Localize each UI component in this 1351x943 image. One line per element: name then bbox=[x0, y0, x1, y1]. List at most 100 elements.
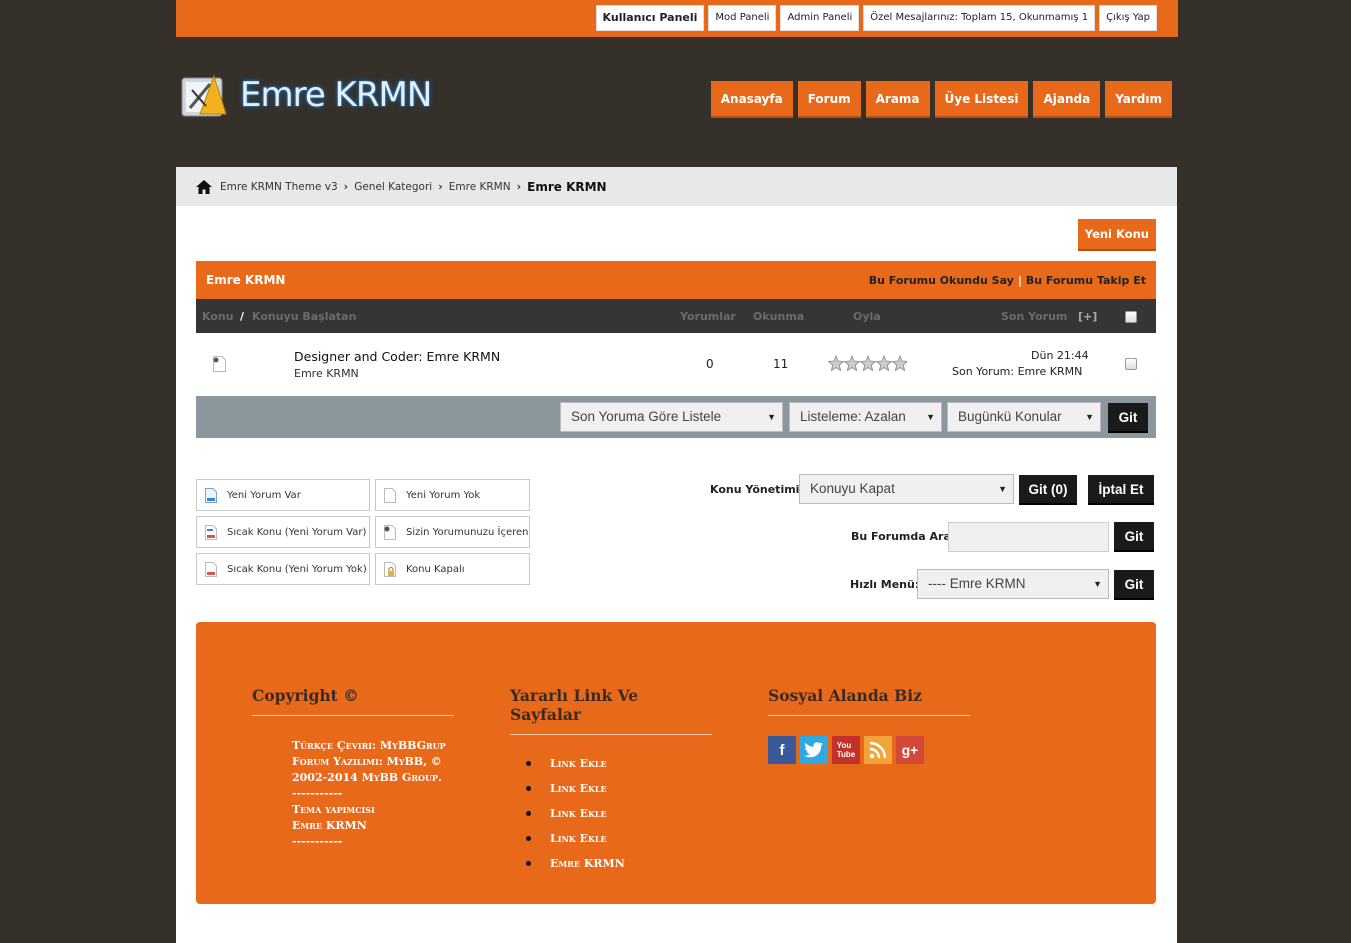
col-views[interactable]: Okunma bbox=[753, 310, 804, 323]
select-all-checkbox[interactable] bbox=[1125, 311, 1137, 323]
footer-line[interactable]: Emre KRMN bbox=[292, 818, 454, 834]
forum-header: Emre KRMN Bu Forumu Okundu Say | Bu Forumu… bbox=[196, 261, 1156, 299]
cutoff-select[interactable]: Bugünkü Konular ▼ bbox=[947, 402, 1101, 432]
site-logo[interactable]: Emre KRMN bbox=[180, 70, 432, 120]
thread-author[interactable]: Emre KRMN bbox=[294, 367, 359, 380]
col-last-post[interactable]: Son Yorum bbox=[1001, 310, 1067, 323]
sort-go-button[interactable]: Git bbox=[1108, 403, 1148, 433]
thread-replies[interactable]: 0 bbox=[706, 357, 714, 371]
youtube-icon[interactable]: You Tube bbox=[832, 736, 860, 764]
expand-link[interactable]: [+] bbox=[1078, 310, 1097, 323]
jump-menu-select[interactable]: ---- Emre KRMN ▼ bbox=[917, 569, 1109, 599]
nav-member-list[interactable]: Üye Listesi bbox=[934, 81, 1029, 118]
footer-link[interactable]: Link Ekle bbox=[526, 780, 712, 805]
thread-list: Emre KRMN Bu Forumu Okundu Say | Bu Forumu… bbox=[196, 261, 1156, 438]
col-replies[interactable]: Yorumlar bbox=[680, 310, 736, 323]
rss-icon[interactable] bbox=[864, 736, 892, 764]
legend-item: Konu Kapalı bbox=[375, 553, 530, 585]
chevron-right-icon: › bbox=[516, 180, 522, 193]
moderation-label: Konu Yönetimi: bbox=[710, 483, 804, 496]
jump-menu-label: Hızlı Menü: bbox=[850, 578, 920, 591]
legend-label: Yeni Yorum Var bbox=[227, 489, 301, 501]
footer-social: Sosyal Alanda Biz f You Tube g+ bbox=[768, 686, 970, 764]
jump-go-button[interactable]: Git bbox=[1114, 570, 1154, 600]
legend-label: Yeni Yorum Yok bbox=[406, 489, 481, 501]
moderation-select[interactable]: Konuyu Kapat ▼ bbox=[799, 474, 1014, 504]
last-post-author[interactable]: Son Yorum: Emre KRMN bbox=[952, 365, 1082, 378]
home-icon[interactable] bbox=[196, 179, 212, 194]
footer-link[interactable]: Link Ekle bbox=[526, 755, 712, 780]
col-slash: / bbox=[240, 310, 245, 323]
google-plus-icon[interactable]: g+ bbox=[896, 736, 924, 764]
footer-heading: Copyright © bbox=[252, 686, 454, 716]
facebook-icon[interactable]: f bbox=[768, 736, 796, 764]
footer-line[interactable]: Forum Yazılımı: MyBB, © bbox=[292, 754, 454, 770]
breadcrumb-item[interactable]: Emre KRMN Theme v3 bbox=[220, 181, 338, 193]
thread-title[interactable]: Designer and Coder: Emre KRMN bbox=[294, 349, 500, 364]
legend-label: Sizin Yorumunuzu İçeren bbox=[406, 526, 529, 538]
sort-bar: Son Yoruma Göre Listele ▼ Listeleme: Azal… bbox=[196, 396, 1156, 438]
forum-title: Emre KRMN bbox=[206, 273, 286, 287]
thread-checkbox[interactable] bbox=[1125, 358, 1137, 370]
subscribe-link[interactable]: Bu Forumu Takip Et bbox=[1026, 274, 1146, 287]
moderation-go-button[interactable]: Git (0) bbox=[1019, 475, 1077, 505]
breadcrumb-current: Emre KRMN bbox=[527, 179, 607, 194]
new-posts-icon bbox=[205, 487, 217, 503]
moderation-value: Konuyu Kapat bbox=[810, 481, 895, 496]
legend-item: Yeni Yorum Yok bbox=[375, 479, 530, 511]
footer-line: Tema yapımcısı bbox=[292, 803, 375, 816]
caret-down-icon: ▼ bbox=[1085, 412, 1094, 422]
footer-heading: Yararlı Link Ve Sayfalar bbox=[510, 686, 712, 735]
last-post-time[interactable]: Dün 21:44 bbox=[1031, 349, 1089, 362]
divider: | bbox=[1017, 273, 1022, 287]
breadcrumb: Emre KRMN Theme v3 › Genel Kategori › Em… bbox=[176, 167, 1177, 206]
footer-line[interactable]: 2002-2014 MyBB Group. bbox=[292, 770, 454, 786]
jump-menu-value: ---- Emre KRMN bbox=[928, 576, 1026, 591]
mod-panel-link[interactable]: Mod Paneli bbox=[708, 5, 777, 31]
cutoff-value: Bugünkü Konular bbox=[958, 409, 1062, 424]
top-bar: Kullanıcı Paneli Mod Paneli Admin Paneli… bbox=[176, 0, 1178, 37]
logout-link[interactable]: Çıkış Yap bbox=[1099, 5, 1157, 31]
footer-link[interactable]: Emre KRMN bbox=[526, 855, 712, 880]
col-starter[interactable]: Konuyu Başlatan bbox=[252, 310, 356, 323]
footer-line[interactable]: Türkçe Çeviri: MyBBGrup bbox=[292, 738, 454, 754]
admin-panel-link[interactable]: Admin Paneli bbox=[780, 5, 860, 31]
legend-label: Sıcak Konu (Yeni Yorum Var) bbox=[227, 526, 367, 538]
thread-views: 11 bbox=[773, 357, 789, 371]
footer-heading: Sosyal Alanda Biz bbox=[768, 686, 970, 716]
chevron-right-icon: › bbox=[343, 180, 349, 193]
nav-home[interactable]: Anasayfa bbox=[710, 81, 793, 118]
breadcrumb-item[interactable]: Emre KRMN bbox=[449, 181, 511, 193]
star-rating[interactable] bbox=[828, 355, 907, 372]
caret-down-icon: ▼ bbox=[767, 412, 776, 422]
table-row: Designer and Coder: Emre KRMN Emre KRMN … bbox=[196, 333, 1156, 396]
footer-link[interactable]: Link Ekle bbox=[526, 830, 712, 855]
forum-search-go-button[interactable]: Git bbox=[1114, 522, 1154, 552]
logo-text: Emre KRMN bbox=[240, 75, 432, 115]
twitter-icon[interactable] bbox=[800, 736, 828, 764]
order-value: Listeleme: Azalan bbox=[800, 409, 906, 424]
user-panel-link[interactable]: Kullanıcı Paneli bbox=[595, 5, 705, 31]
nav-calendar[interactable]: Ajanda bbox=[1033, 81, 1101, 118]
col-rating[interactable]: Oyla bbox=[853, 310, 881, 323]
mark-read-link[interactable]: Bu Forumu Okundu Say bbox=[869, 274, 1014, 287]
main-nav: Anasayfa Forum Arama Üye Listesi Ajanda … bbox=[710, 81, 1172, 118]
caret-down-icon: ▼ bbox=[1093, 579, 1102, 589]
cancel-button[interactable]: İptal Et bbox=[1088, 475, 1154, 505]
footer: Copyright © Türkçe Çeviri: MyBBGrup Foru… bbox=[196, 622, 1156, 904]
hot-thread-icon bbox=[205, 561, 217, 577]
nav-help[interactable]: Yardım bbox=[1105, 81, 1172, 118]
star-icon[interactable] bbox=[828, 355, 907, 372]
legend-label: Sıcak Konu (Yeni Yorum Yok) bbox=[227, 563, 367, 575]
private-messages-link[interactable]: Özel Mesajlarınız: Toplam 15, Okunmamış … bbox=[863, 5, 1096, 31]
forum-search-input[interactable] bbox=[948, 522, 1109, 552]
sort-by-select[interactable]: Son Yoruma Göre Listele ▼ bbox=[560, 402, 783, 432]
footer-link[interactable]: Link Ekle bbox=[526, 805, 712, 830]
lock-icon bbox=[384, 561, 396, 577]
nav-search[interactable]: Arama bbox=[865, 81, 930, 118]
nav-forum[interactable]: Forum bbox=[797, 81, 861, 118]
col-topic[interactable]: Konu bbox=[202, 310, 234, 323]
breadcrumb-item[interactable]: Genel Kategori bbox=[354, 181, 432, 193]
order-select[interactable]: Listeleme: Azalan ▼ bbox=[789, 402, 942, 432]
new-thread-button[interactable]: Yeni Konu bbox=[1077, 219, 1156, 251]
